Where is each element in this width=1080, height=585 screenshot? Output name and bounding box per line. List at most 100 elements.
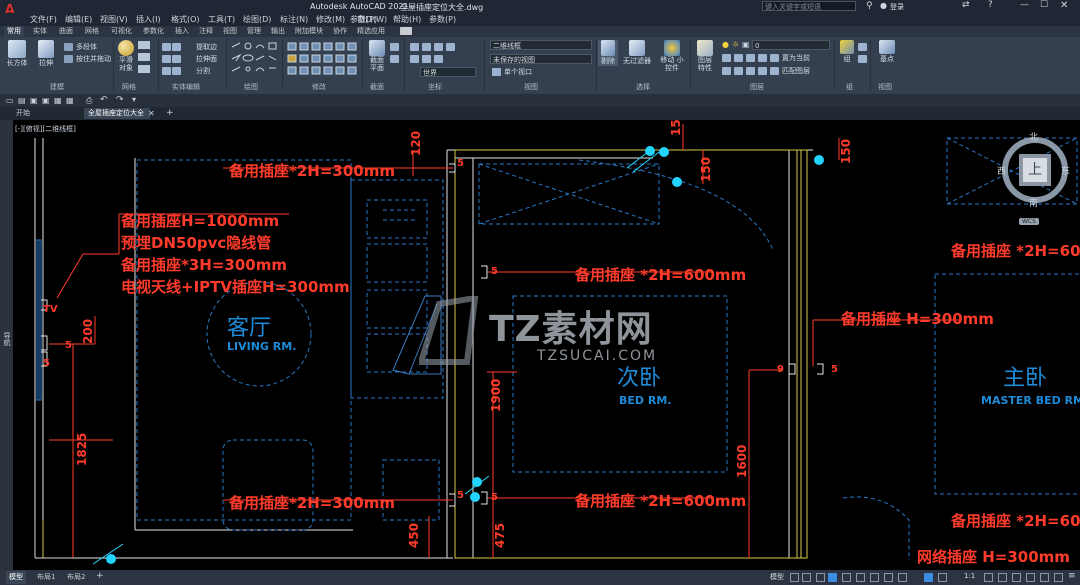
group-modeling[interactable]: 建模 [50, 82, 64, 92]
layer-combo[interactable]: 0 [752, 40, 830, 50]
menu-param2[interactable]: 参数(P) [429, 14, 456, 25]
login-link[interactable]: 登录 [890, 2, 904, 12]
auto-scale-icon[interactable] [938, 573, 947, 582]
ucs-icon-5[interactable] [410, 55, 419, 63]
viewcube-top[interactable]: 上 [1023, 158, 1047, 182]
view-combo[interactable]: 未保存的视图 [490, 54, 592, 64]
navbar-label[interactable]: 导航 [2, 332, 12, 346]
isodraft-icon[interactable] [842, 573, 851, 582]
viewcube-west[interactable]: 西 [997, 164, 1006, 177]
group-groups[interactable]: 组 [846, 82, 853, 92]
group-section[interactable]: 截面 [370, 82, 384, 92]
customization-icon[interactable]: ≡ [1068, 571, 1076, 581]
sun-icon[interactable]: ☼ [732, 40, 739, 49]
draw-tools-icons[interactable] [230, 41, 278, 75]
search-icon[interactable]: ⚲ [866, 1, 873, 11]
snap-icon[interactable] [802, 573, 811, 582]
isolate-objects-icon[interactable] [1026, 573, 1035, 582]
annotation-scale[interactable]: 1:1 [964, 572, 975, 580]
layer-tool-icon-3[interactable] [746, 54, 755, 62]
share-file-icon[interactable]: ▦ [66, 96, 74, 105]
subtract-icon[interactable] [162, 55, 171, 63]
ucs-icon-3[interactable] [434, 43, 443, 51]
group-tool-icon[interactable] [858, 43, 867, 51]
redo-icon[interactable]: ↷ [116, 95, 124, 105]
smooth-object-button[interactable]: 平滑 对象 [115, 40, 137, 72]
solid-edit-icon-2[interactable] [172, 55, 181, 63]
open-icon[interactable]: ▤ [18, 96, 26, 105]
group-solid-editing[interactable]: 实体编辑 [172, 82, 200, 92]
ucs-icon-2[interactable] [422, 43, 431, 51]
single-viewport-button[interactable]: 单个视口 [504, 67, 532, 77]
tab-layout1[interactable]: 布局1 [34, 571, 58, 584]
3dosnap-icon[interactable] [870, 573, 879, 582]
solid-edit-icon-3[interactable] [172, 67, 181, 75]
move-gizmo-button[interactable]: 移动 小控件 [658, 40, 686, 72]
menu-format[interactable]: 格式(O) [171, 14, 200, 25]
menu-insert[interactable]: 插入(I) [136, 14, 161, 25]
ucs-icon[interactable] [410, 43, 419, 51]
mesh-tool-icon-3[interactable] [138, 65, 150, 73]
help-icon[interactable]: ? [988, 0, 993, 10]
base-view-button[interactable]: 基点 [876, 40, 898, 64]
ucs-icon-4[interactable] [446, 43, 455, 51]
save-icon[interactable]: ▣ [30, 96, 38, 105]
group-modify[interactable]: 修改 [312, 82, 326, 92]
ucs-icon-6[interactable] [422, 55, 431, 63]
tab-start[interactable]: 开始 [12, 108, 34, 119]
workspace-icon[interactable] [984, 573, 993, 582]
group-view[interactable]: 视图 [524, 82, 538, 92]
tab-layout2[interactable]: 布局2 [64, 571, 88, 584]
wcs-menu[interactable]: WCS [1019, 218, 1039, 225]
annotation-visibility-icon[interactable] [924, 573, 933, 582]
menu-file[interactable]: 文件(F) [30, 14, 57, 25]
layer-tool-icon-6[interactable] [734, 67, 743, 75]
units-icon[interactable] [998, 573, 1007, 582]
ortho-icon[interactable] [816, 573, 825, 582]
clean-screen-icon[interactable] [1054, 573, 1063, 582]
intersect-icon[interactable] [162, 67, 171, 75]
group-mesh[interactable]: 网格 [122, 82, 136, 92]
tab-surface[interactable]: 曲面 [56, 26, 76, 37]
group-coordinates[interactable]: 坐标 [428, 82, 442, 92]
menu-modify[interactable]: 修改(M) [316, 14, 345, 25]
otrack-icon[interactable] [884, 573, 893, 582]
osnap-icon[interactable] [856, 573, 865, 582]
undo-icon[interactable]: ↶ [100, 95, 108, 105]
menu-dimension[interactable]: 标注(N) [280, 14, 308, 25]
menu-draw[interactable]: 绘图(D) [243, 14, 271, 25]
polar-icon[interactable] [828, 573, 837, 582]
save-as-icon[interactable]: ▣ [42, 96, 50, 105]
viewcube-north[interactable]: 北 [1029, 130, 1038, 143]
visual-style-combo[interactable]: 二维线框 [490, 40, 592, 50]
layer-tool-icon[interactable] [722, 54, 731, 62]
minimize-icon[interactable]: — [1020, 0, 1029, 10]
modify-tools-icons[interactable] [286, 41, 358, 75]
menu-tools[interactable]: 工具(T) [208, 14, 235, 25]
mesh-tool-icon-2[interactable] [138, 53, 150, 61]
close-icon[interactable]: ✕ [1060, 0, 1068, 11]
section-tool-icon-2[interactable] [390, 55, 399, 63]
culling-button[interactable]: 剔除 [598, 40, 618, 66]
tab-document[interactable]: 全屋插座定位大全* [84, 108, 150, 128]
tab-solid[interactable]: 实体 [30, 26, 50, 37]
tab-manage[interactable]: 管理 [244, 26, 264, 37]
polysolid-button[interactable]: 多段体 [76, 42, 97, 52]
new-icon[interactable]: ▭ [6, 96, 14, 105]
close-tab-icon[interactable]: ✕ [148, 109, 155, 118]
print-icon[interactable]: ⎙ [86, 96, 92, 106]
menu-edit[interactable]: 编辑(E) [65, 14, 92, 25]
bulb-icon[interactable]: ● [722, 40, 729, 49]
menu-window[interactable]: 窗口(W) [357, 14, 387, 25]
add-layout-icon[interactable]: + [96, 571, 104, 581]
match-layer-button[interactable]: 匹配图层 [782, 66, 810, 76]
ucs-icon-7[interactable] [434, 55, 443, 63]
ribbon-toggle-icon[interactable] [400, 27, 412, 35]
lock-icon[interactable]: ▣ [742, 40, 750, 49]
group-tool-icon-2[interactable] [858, 55, 867, 63]
tab-mesh[interactable]: 网格 [82, 26, 102, 37]
layer-properties-button[interactable]: 图层 特性 [694, 40, 716, 72]
extract-edges-button[interactable]: 提取边 [196, 42, 217, 52]
viewcube-south[interactable]: 南 [1029, 196, 1038, 209]
tab-featured[interactable]: 精选应用 [354, 26, 388, 37]
